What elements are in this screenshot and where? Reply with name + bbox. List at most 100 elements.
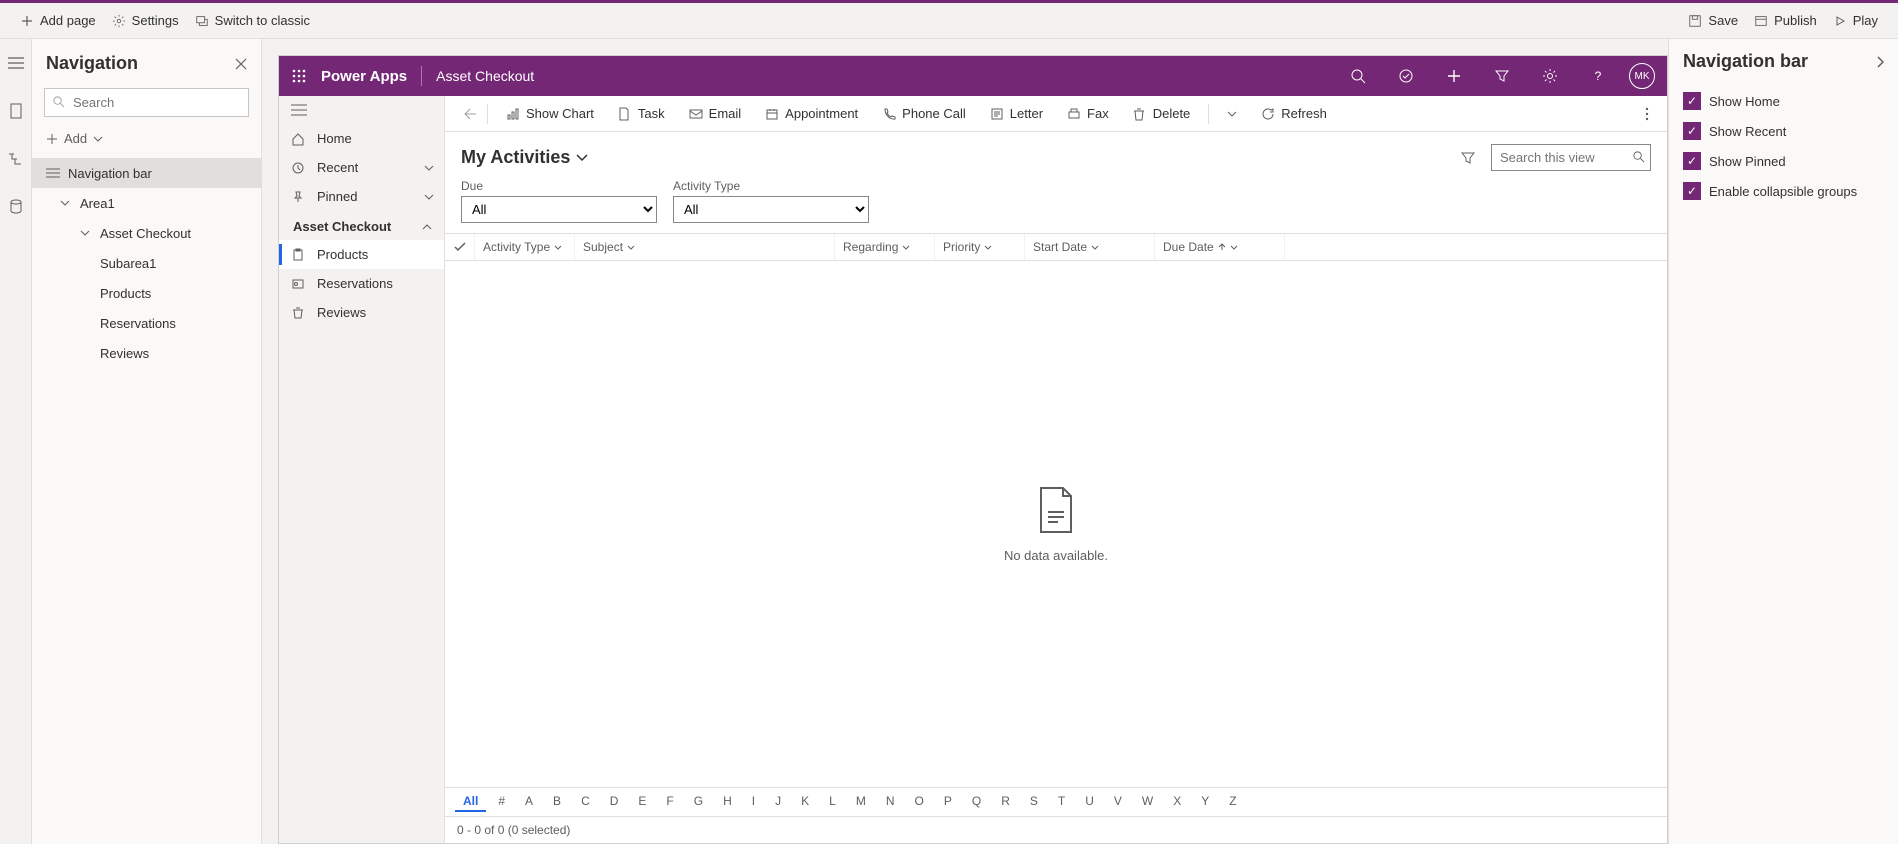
header-task-icon[interactable] xyxy=(1389,56,1423,96)
sidenav-recent[interactable]: Recent xyxy=(279,153,444,182)
filter-icon[interactable] xyxy=(1457,147,1479,169)
alpha-g[interactable]: G xyxy=(686,792,711,812)
play-button[interactable]: Play xyxy=(1825,9,1886,32)
publish-button[interactable]: Publish xyxy=(1746,9,1825,32)
tree-item-products[interactable]: Products xyxy=(32,278,261,308)
alpha-z[interactable]: Z xyxy=(1221,792,1244,812)
sidenav-home[interactable]: Home xyxy=(279,124,444,153)
alpha-w[interactable]: W xyxy=(1134,792,1161,812)
nav-search xyxy=(44,88,249,117)
col-due-date[interactable]: Due Date xyxy=(1155,234,1285,260)
sidenav-reservations[interactable]: Reservations xyxy=(279,269,444,298)
tree-item-subarea1[interactable]: Subarea1 xyxy=(32,248,261,278)
col-start-date[interactable]: Start Date xyxy=(1025,234,1155,260)
alpha-n[interactable]: N xyxy=(878,792,903,812)
tree-item-reservations[interactable]: Reservations xyxy=(32,308,261,338)
alpha-c[interactable]: C xyxy=(573,792,598,812)
search-icon[interactable] xyxy=(1632,150,1645,163)
tree-item-navbar[interactable]: Navigation bar xyxy=(32,158,261,188)
tree-item-asset-checkout[interactable]: Asset Checkout xyxy=(32,218,261,248)
phonecall-button[interactable]: Phone Call xyxy=(872,102,976,125)
email-button[interactable]: Email xyxy=(679,102,752,125)
switch-classic-button[interactable]: Switch to classic xyxy=(187,9,318,32)
header-filter-icon[interactable] xyxy=(1485,56,1519,96)
alpha-a[interactable]: A xyxy=(517,792,541,812)
sidenav-products[interactable]: Products xyxy=(279,240,444,269)
collapse-icon[interactable] xyxy=(1876,55,1884,69)
nav-search-input[interactable] xyxy=(44,88,249,117)
alpha-t[interactable]: T xyxy=(1050,792,1073,812)
id-icon xyxy=(291,277,307,291)
more-button[interactable] xyxy=(1635,103,1659,125)
alpha-o[interactable]: O xyxy=(907,792,932,812)
nav-add-button[interactable]: Add xyxy=(32,123,261,154)
task-button[interactable]: Task xyxy=(608,102,675,125)
alpha-e[interactable]: E xyxy=(630,792,654,812)
header-search-icon[interactable] xyxy=(1341,56,1375,96)
command-bar: Show Chart Task Email Appointment Phone … xyxy=(445,96,1667,132)
alpha-j[interactable]: J xyxy=(767,792,789,812)
alpha-k[interactable]: K xyxy=(793,792,817,812)
tree-item-reviews[interactable]: Reviews xyxy=(32,338,261,368)
refresh-button[interactable]: Refresh xyxy=(1251,102,1337,125)
alpha-x[interactable]: X xyxy=(1165,792,1189,812)
alpha-q[interactable]: Q xyxy=(964,792,989,812)
rail-hamburger-icon[interactable] xyxy=(0,49,32,77)
sidenav-reviews[interactable]: Reviews xyxy=(279,298,444,327)
header-help-icon[interactable]: ? xyxy=(1581,56,1615,96)
alpha-h[interactable]: H xyxy=(715,792,740,812)
alpha-u[interactable]: U xyxy=(1077,792,1102,812)
checkbox-icon: ✓ xyxy=(1683,182,1701,200)
letter-button[interactable]: Letter xyxy=(980,102,1053,125)
alpha-#[interactable]: # xyxy=(490,792,513,812)
rail-tree-icon[interactable] xyxy=(0,145,32,173)
view-title-dropdown[interactable]: My Activities xyxy=(461,147,588,168)
check-show-pinned[interactable]: ✓ Show Pinned xyxy=(1683,146,1884,176)
check-show-recent[interactable]: ✓ Show Recent xyxy=(1683,116,1884,146)
alpha-b[interactable]: B xyxy=(545,792,569,812)
activity-type-select[interactable]: All xyxy=(673,196,869,223)
grid-checkall[interactable] xyxy=(445,234,475,260)
alpha-v[interactable]: V xyxy=(1106,792,1130,812)
divider xyxy=(421,66,422,86)
show-chart-button[interactable]: Show Chart xyxy=(496,102,604,125)
col-activity-type[interactable]: Activity Type xyxy=(475,234,575,260)
alpha-y[interactable]: Y xyxy=(1193,792,1217,812)
view-search-input[interactable] xyxy=(1491,144,1651,171)
alpha-r[interactable]: R xyxy=(993,792,1018,812)
col-regarding[interactable]: Regarding xyxy=(835,234,935,260)
appointment-button[interactable]: Appointment xyxy=(755,102,868,125)
close-icon[interactable] xyxy=(235,58,247,70)
alpha-f[interactable]: F xyxy=(658,792,681,812)
rail-data-icon[interactable] xyxy=(0,193,32,221)
col-subject[interactable]: Subject xyxy=(575,234,835,260)
alpha-d[interactable]: D xyxy=(602,792,627,812)
col-priority[interactable]: Priority xyxy=(935,234,1025,260)
view-search xyxy=(1491,144,1651,171)
check-enable-groups[interactable]: ✓ Enable collapsible groups xyxy=(1683,176,1884,206)
alpha-l[interactable]: L xyxy=(821,792,844,812)
delete-button[interactable]: Delete xyxy=(1123,102,1201,125)
due-select[interactable]: All xyxy=(461,196,657,223)
delete-dropdown[interactable] xyxy=(1217,107,1247,121)
sidenav-hamburger-icon[interactable] xyxy=(279,96,444,124)
check-show-home[interactable]: ✓ Show Home xyxy=(1683,86,1884,116)
alpha-all[interactable]: All xyxy=(455,792,486,812)
back-button[interactable] xyxy=(453,104,488,124)
add-page-button[interactable]: Add page xyxy=(12,9,104,32)
header-plus-icon[interactable] xyxy=(1437,56,1471,96)
sidenav-pinned[interactable]: Pinned xyxy=(279,182,444,211)
settings-button[interactable]: Settings xyxy=(104,9,187,32)
rail-pages-icon[interactable] xyxy=(0,97,32,125)
header-gear-icon[interactable] xyxy=(1533,56,1567,96)
fax-button[interactable]: Fax xyxy=(1057,102,1119,125)
sidenav-group-title[interactable]: Asset Checkout xyxy=(279,211,444,240)
alpha-i[interactable]: I xyxy=(744,792,763,812)
waffle-icon[interactable] xyxy=(291,68,307,84)
alpha-s[interactable]: S xyxy=(1022,792,1046,812)
tree-item-area1[interactable]: Area1 xyxy=(32,188,261,218)
avatar[interactable]: MK xyxy=(1629,63,1655,89)
save-button[interactable]: Save xyxy=(1680,9,1746,32)
alpha-m[interactable]: M xyxy=(848,792,874,812)
alpha-p[interactable]: P xyxy=(936,792,960,812)
